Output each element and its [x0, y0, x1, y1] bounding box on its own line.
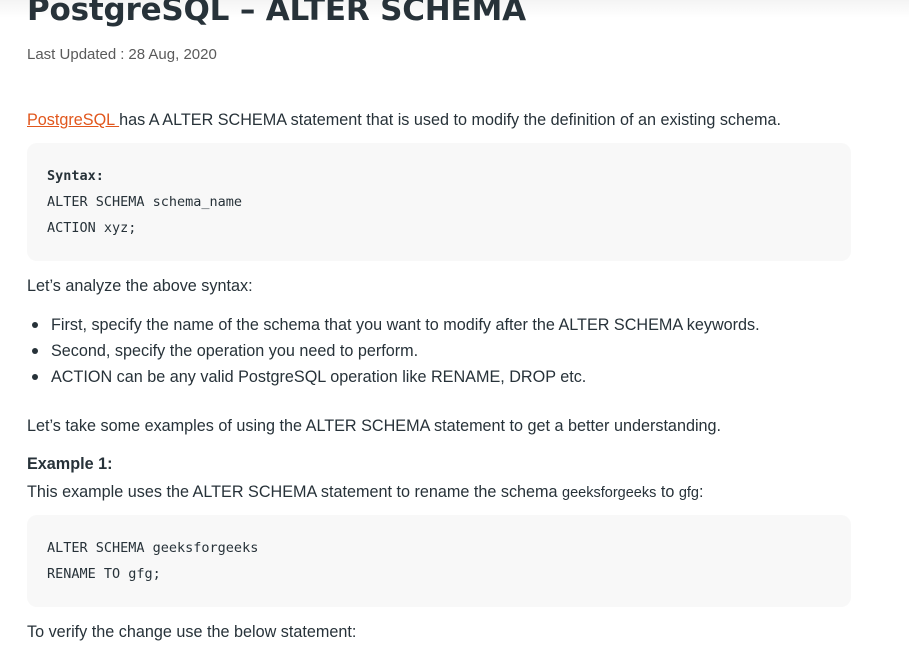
bullet-dot: [32, 322, 38, 328]
syntax-heading: Syntax:: [47, 168, 104, 184]
bullet-item: ACTION can be any valid PostgreSQL opera…: [27, 364, 760, 390]
analyze-text: Let’s analyze the above syntax:: [27, 277, 253, 295]
bullet-text: First, specify the name of the schema th…: [51, 316, 760, 334]
syntax-line: ALTER SCHEMA schema_name: [47, 194, 243, 210]
example-1-text-before: This example uses the ALTER SCHEMA state…: [27, 483, 563, 501]
example-1-code-block: ALTER SCHEMA geeksforgeeks RENAME TO gfg…: [27, 515, 851, 607]
postgresql-link[interactable]: PostgreSQL: [27, 111, 119, 129]
code-line: ALTER SCHEMA geeksforgeeks: [47, 540, 259, 556]
example-1-text-mid: to: [656, 483, 679, 501]
bullet-text: ACTION can be any valid PostgreSQL opera…: [51, 368, 587, 386]
bullet-dot: [32, 348, 38, 354]
page-title: PostgreSQL – ALTER SCHEMA: [27, 0, 526, 28]
examples-intro: Let’s take some examples of using the AL…: [27, 417, 722, 435]
code-line: RENAME TO gfg;: [47, 566, 161, 582]
example-1-text-after: :: [699, 483, 704, 501]
verify-text: To verify the change use the below state…: [27, 623, 357, 641]
intro-paragraph: PostgreSQL has A ALTER SCHEMA statement …: [27, 109, 781, 131]
schema-new-name: gfg: [678, 485, 700, 501]
last-updated-separator: :: [120, 46, 125, 63]
intro-text: has A ALTER SCHEMA statement that is use…: [119, 111, 782, 129]
bullet-dot: [32, 374, 38, 380]
syntax-line: ACTION xyz;: [47, 220, 137, 236]
schema-old-name: geeksforgeeks: [562, 485, 657, 501]
last-updated-date: 28 Aug, 2020: [128, 46, 217, 63]
example-1-text: This example uses the ALTER SCHEMA state…: [27, 481, 704, 504]
bullet-item: First, specify the name of the schema th…: [27, 312, 760, 338]
last-updated-label: Last Updated: [27, 46, 117, 63]
example-1-heading: Example 1:: [27, 455, 113, 473]
last-updated: Last Updated:28 Aug, 2020: [27, 45, 217, 65]
syntax-bullet-list: First, specify the name of the schema th…: [27, 312, 760, 390]
bullet-item: Second, specify the operation you need t…: [27, 338, 760, 364]
syntax-code-block: Syntax: ALTER SCHEMA schema_name ACTION …: [27, 143, 851, 261]
bullet-text: Second, specify the operation you need t…: [51, 342, 419, 360]
